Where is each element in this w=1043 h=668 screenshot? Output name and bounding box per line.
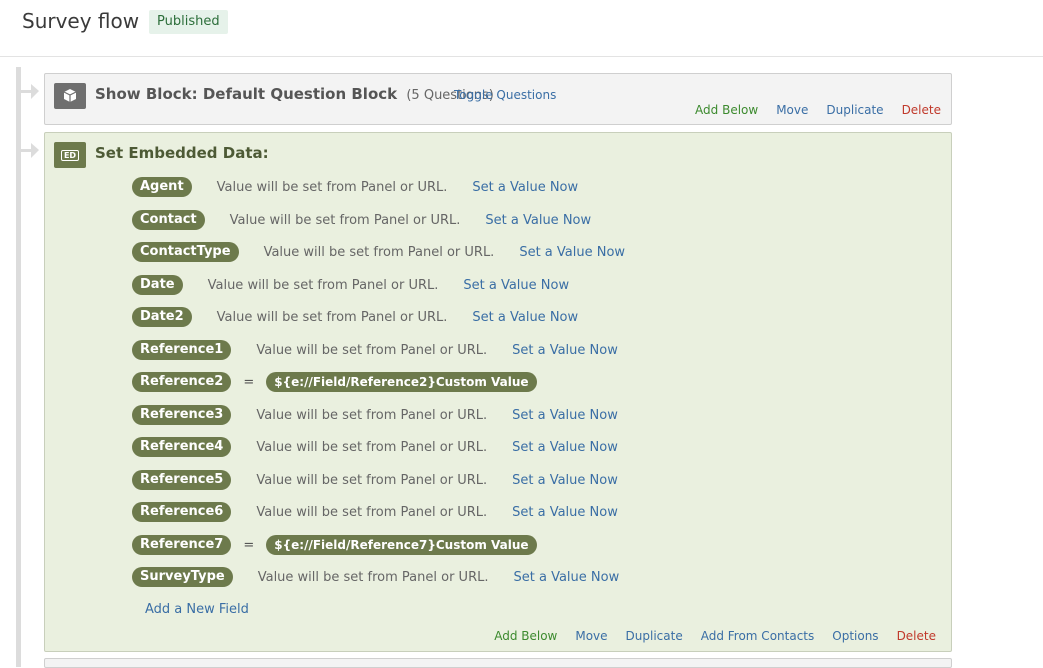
field-description: Value will be set from Panel or URL.	[256, 342, 488, 358]
field-name-pill[interactable]: Reference6	[132, 502, 232, 522]
set-value-link[interactable]: Set a Value Now	[513, 570, 619, 585]
field-description: Value will be set from Panel or URL.	[263, 244, 495, 260]
flow-connector-arrow-icon	[21, 143, 39, 158]
field-name-pill[interactable]: Agent	[132, 177, 192, 197]
set-value-link[interactable]: Set a Value Now	[512, 408, 618, 423]
field-description: Value will be set from Panel or URL.	[257, 569, 489, 585]
toggle-questions-link[interactable]: Toggle Questions	[454, 88, 556, 102]
equals-sign: =	[243, 374, 255, 390]
add-below-button[interactable]: Add Below	[494, 629, 557, 643]
embedded-field-row: Reference1 Value will be set from Panel …	[132, 340, 618, 360]
add-new-field-link[interactable]: Add a New Field	[145, 602, 249, 617]
flow-connector-arrow-icon	[21, 84, 39, 99]
field-name-pill[interactable]: Reference2	[132, 372, 232, 392]
embedded-field-row: Reference6 Value will be set from Panel …	[132, 502, 618, 522]
set-value-link[interactable]: Set a Value Now	[485, 213, 591, 228]
embedded-field-row: Reference7 = ${e://Field/Reference7}Cust…	[132, 535, 537, 555]
field-value-pill[interactable]: ${e://Field/Reference7}Custom Value	[266, 535, 537, 555]
embedded-field-row: Reference2 = ${e://Field/Reference2}Cust…	[132, 372, 537, 392]
field-description: Value will be set from Panel or URL.	[256, 439, 488, 455]
set-value-link[interactable]: Set a Value Now	[472, 310, 578, 325]
field-name-pill[interactable]: Reference5	[132, 470, 232, 490]
embedded-field-row: Date2 Value will be set from Panel or UR…	[132, 307, 578, 327]
delete-button[interactable]: Delete	[902, 103, 941, 117]
set-value-link[interactable]: Set a Value Now	[512, 440, 618, 455]
block-title: Show Block: Default Question Block (5 Qu…	[95, 85, 494, 103]
embedded-field-row: ContactType Value will be set from Panel…	[132, 242, 625, 262]
embedded-field-row: Date Value will be set from Panel or URL…	[132, 275, 569, 295]
embedded-data-block: ED Set Embedded Data: Agent Value will b…	[44, 132, 952, 652]
embedded-field-row: Contact Value will be set from Panel or …	[132, 210, 591, 230]
field-name-pill[interactable]: SurveyType	[132, 567, 233, 587]
field-description: Value will be set from Panel or URL.	[216, 309, 448, 325]
header: Survey flow Published	[0, 0, 1043, 57]
field-name-pill[interactable]: Contact	[132, 210, 205, 230]
embedded-field-row: Reference3 Value will be set from Panel …	[132, 405, 618, 425]
field-name-pill[interactable]: Reference7	[132, 535, 232, 555]
flow-line	[16, 67, 21, 667]
embedded-field-row: Reference4 Value will be set from Panel …	[132, 437, 618, 457]
field-description: Value will be set from Panel or URL.	[256, 472, 488, 488]
field-description: Value will be set from Panel or URL.	[229, 212, 461, 228]
move-button[interactable]: Move	[776, 103, 808, 117]
embedded-field-row: SurveyType Value will be set from Panel …	[132, 567, 619, 587]
set-value-link[interactable]: Set a Value Now	[512, 505, 618, 520]
add-below-button[interactable]: Add Below	[695, 103, 758, 117]
options-button[interactable]: Options	[832, 629, 878, 643]
set-value-link[interactable]: Set a Value Now	[519, 245, 625, 260]
status-badge: Published	[149, 10, 228, 34]
block-title-text: Show Block: Default Question Block	[95, 85, 398, 103]
embedded-field-row: Reference5 Value will be set from Panel …	[132, 470, 618, 490]
duplicate-button[interactable]: Duplicate	[626, 629, 683, 643]
field-value-pill[interactable]: ${e://Field/Reference2}Custom Value	[266, 372, 537, 392]
field-description: Value will be set from Panel or URL.	[207, 277, 439, 293]
set-value-link[interactable]: Set a Value Now	[512, 343, 618, 358]
add-from-contacts-button[interactable]: Add From Contacts	[701, 629, 815, 643]
equals-sign: =	[243, 537, 255, 553]
field-name-pill[interactable]: Reference3	[132, 405, 232, 425]
set-value-link[interactable]: Set a Value Now	[463, 278, 569, 293]
embedded-data-icon: ED	[54, 142, 86, 168]
set-value-link[interactable]: Set a Value Now	[472, 180, 578, 195]
duplicate-button[interactable]: Duplicate	[826, 103, 883, 117]
block-actions: Add Below Move Duplicate Delete	[695, 103, 941, 117]
field-description: Value will be set from Panel or URL.	[256, 504, 488, 520]
move-button[interactable]: Move	[575, 629, 607, 643]
field-name-pill[interactable]: Date	[132, 275, 183, 295]
field-name-pill[interactable]: ContactType	[132, 242, 239, 262]
show-block: Show Block: Default Question Block (5 Qu…	[44, 73, 952, 125]
field-description: Value will be set from Panel or URL.	[216, 179, 448, 195]
next-block	[44, 658, 952, 668]
set-value-link[interactable]: Set a Value Now	[512, 473, 618, 488]
field-description: Value will be set from Panel or URL.	[256, 407, 488, 423]
block-title: Set Embedded Data:	[95, 144, 269, 162]
page-title: Survey flow	[22, 9, 140, 33]
field-name-pill[interactable]: Reference4	[132, 437, 232, 457]
embedded-field-row: Agent Value will be set from Panel or UR…	[132, 177, 578, 197]
block-actions: Add Below Move Duplicate Add From Contac…	[494, 629, 936, 643]
delete-button[interactable]: Delete	[897, 629, 936, 643]
field-name-pill[interactable]: Reference1	[132, 340, 232, 360]
cube-icon	[54, 83, 86, 109]
field-name-pill[interactable]: Date2	[132, 307, 192, 327]
